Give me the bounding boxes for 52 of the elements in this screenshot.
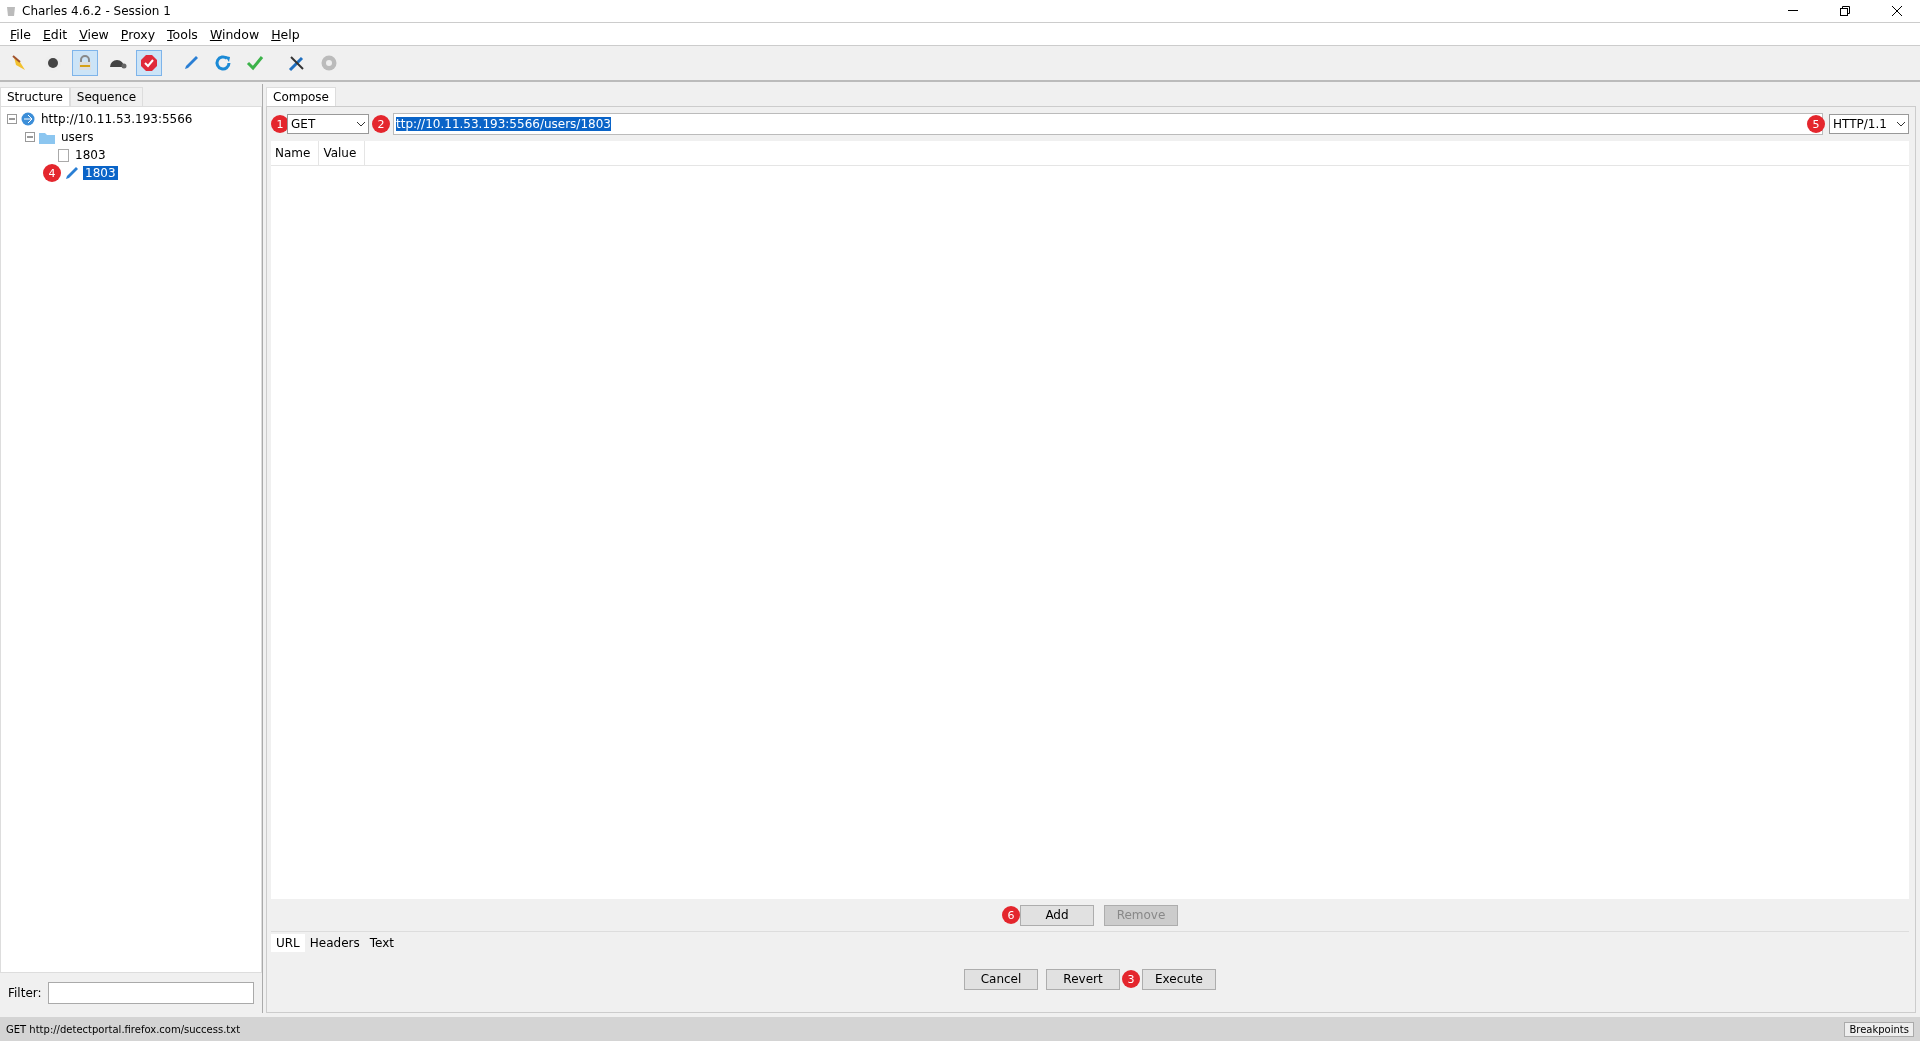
tree-item[interactable]: 1803 (83, 166, 118, 180)
menu-item[interactable]: Proxy (114, 26, 162, 42)
action-button[interactable]: Cancel (964, 968, 1038, 990)
view-tab[interactable]: URL (271, 934, 305, 952)
action-button[interactable]: Revert (1046, 968, 1120, 990)
tree-item[interactable]: 1803 (73, 148, 108, 162)
restore-icon[interactable] (1840, 6, 1850, 16)
view-tab[interactable]: Headers (304, 934, 365, 952)
menu-item[interactable]: Window (203, 26, 266, 42)
column-header[interactable]: Name (271, 141, 320, 165)
version-select[interactable]: HTTP/1.1 (1829, 114, 1909, 134)
file-icon (58, 148, 69, 162)
action-button[interactable]: Execute (1142, 968, 1216, 990)
status-text: GET http://detectportal.firefox.com/success.txt (6, 1023, 241, 1035)
app-icon (6, 5, 16, 17)
pen-icon (182, 54, 200, 72)
panel-tab[interactable]: Sequence (69, 87, 144, 106)
annotation-badge: 6 (1002, 906, 1020, 924)
check-icon (246, 54, 264, 72)
menu-item[interactable]: File (4, 26, 37, 42)
panel-tab[interactable]: Structure (0, 87, 70, 106)
globe-icon (21, 112, 35, 126)
collapse-toggle[interactable] (25, 132, 35, 142)
minimize-icon[interactable] (1788, 10, 1798, 12)
collapse-toggle[interactable] (7, 114, 17, 124)
annotation-badge: 4 (43, 164, 61, 182)
annotation-badge: 2 (372, 115, 390, 133)
menu-item[interactable]: Edit (36, 26, 74, 42)
chevron-icon (357, 121, 365, 127)
window-title: Charles 4.6.2 - Session 1 (22, 4, 172, 18)
folder-icon (39, 130, 55, 144)
breakpoints-button[interactable]: Breakpoints (1844, 1021, 1914, 1037)
tree-item[interactable]: users (59, 130, 96, 144)
method-select[interactable]: GET (287, 114, 369, 134)
stop-icon (140, 54, 158, 72)
filter-field[interactable] (47, 982, 254, 1004)
compose-tab[interactable]: Compose (266, 87, 336, 106)
refresh-icon (214, 54, 232, 72)
lock-icon (77, 55, 93, 71)
annotation-badge: 3 (1122, 970, 1140, 988)
filter-label: Filter: (8, 986, 42, 1000)
tree-item[interactable]: http://10.11.53.193:5566 (39, 112, 195, 126)
close-icon[interactable] (1892, 6, 1902, 16)
column-header[interactable]: Value (319, 141, 366, 165)
menu-item[interactable]: Help (265, 26, 306, 42)
chevron-icon (1897, 121, 1905, 127)
menu-item[interactable]: View (73, 26, 115, 42)
tools-icon (288, 54, 306, 72)
pen-icon (65, 166, 79, 180)
view-tab[interactable]: Text (364, 934, 400, 952)
menu-item[interactable]: Tools (161, 26, 204, 42)
param-button[interactable]: Add (1020, 904, 1094, 926)
